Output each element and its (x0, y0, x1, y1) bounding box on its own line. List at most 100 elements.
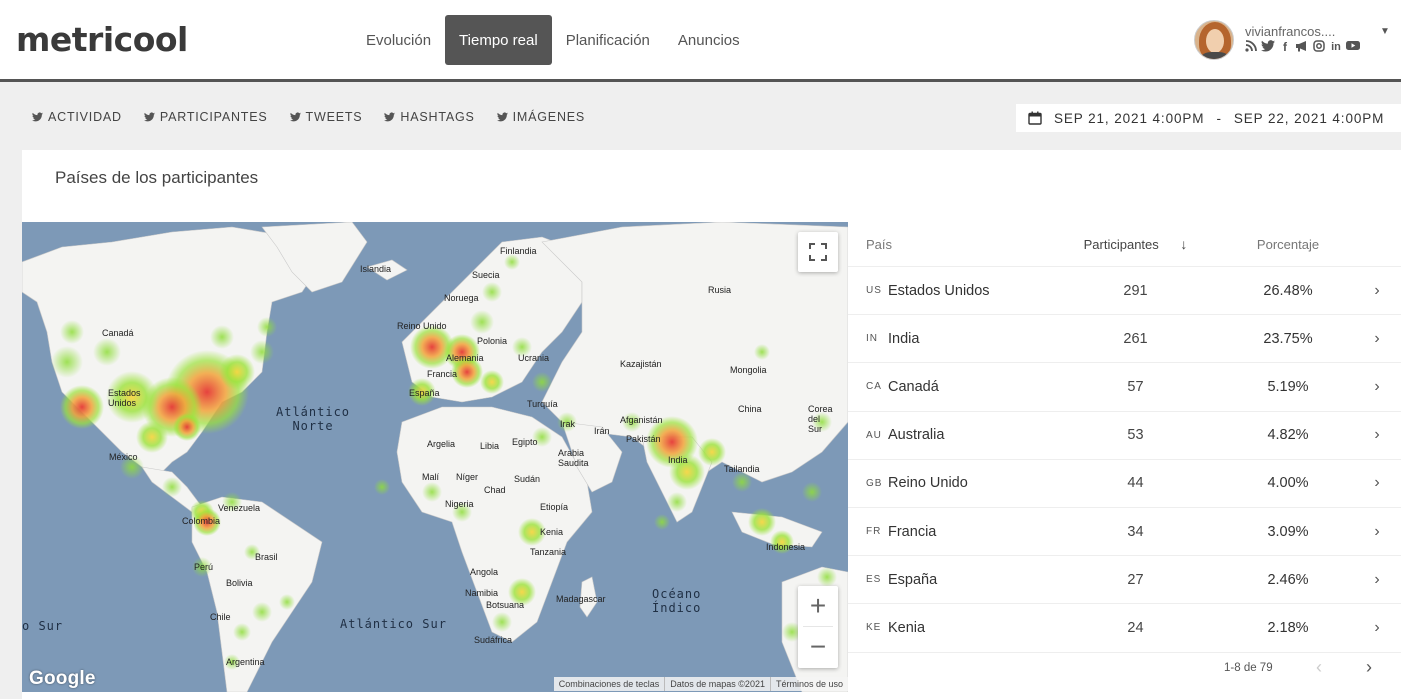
heatmap-world-map[interactable]: Finlandia Islandia Suecia Noruega Rusia … (22, 222, 848, 692)
chevron-right-icon[interactable]: › (1353, 282, 1401, 300)
heat-spot (252, 602, 272, 622)
nav-evolucion[interactable]: Evolución (352, 15, 445, 65)
zoom-in-button[interactable]: + (798, 586, 838, 626)
percentage-value: 2.18% (1267, 619, 1309, 636)
heat-spot (667, 492, 687, 512)
chevron-right-icon[interactable]: › (1353, 330, 1401, 348)
nav-tiempo-real[interactable]: Tiempo real (445, 15, 552, 65)
user-menu[interactable]: vivianfrancos.... ▼ f in (1194, 18, 1394, 64)
chevron-left-icon[interactable]: ‹ (1316, 657, 1322, 678)
country-code: GB (866, 477, 883, 489)
table-row[interactable]: FR Francia 34 3.09% › (848, 508, 1401, 557)
rss-icon (1244, 40, 1258, 54)
twitter-icon (1261, 40, 1275, 54)
country-name: Canadá (888, 378, 939, 395)
metricool-logo[interactable]: metricool (16, 20, 188, 59)
chevron-right-icon[interactable]: › (1353, 426, 1401, 444)
date-separator: - (1216, 110, 1222, 126)
twitter-icon (143, 112, 155, 122)
instagram-icon (1312, 40, 1326, 54)
map-label: Polonia (477, 336, 508, 346)
chevron-right-icon[interactable]: › (1353, 619, 1401, 637)
table-row[interactable]: KE Kenia 24 2.18% › (848, 604, 1401, 653)
country-code: ES (866, 574, 882, 586)
map-attribution: Combinaciones de teclas Datos de mapas ©… (553, 677, 848, 691)
heat-spot (210, 325, 234, 349)
heat-spot (754, 344, 770, 360)
countries-table: País Participantes ↓ Porcentaje US Estado… (848, 222, 1401, 692)
table-row[interactable]: GB Reino Unido 44 4.00% › (848, 460, 1401, 508)
map-label: Botsuana (486, 600, 525, 610)
nav-anuncios[interactable]: Anuncios (664, 15, 754, 65)
chevron-right-icon[interactable]: › (1353, 523, 1401, 541)
chevron-right-icon[interactable]: › (1366, 657, 1372, 678)
heat-spot (817, 567, 837, 587)
fullscreen-icon (809, 243, 827, 261)
table-row[interactable]: US Estados Unidos 291 26.48% › (848, 267, 1401, 316)
sort-down-icon[interactable]: ↓ (1180, 236, 1187, 252)
map-label: Nigeria (445, 499, 474, 509)
map-label: Noruega (444, 293, 479, 303)
ocean-label: o Sur (22, 619, 64, 633)
map-label: Namibia (465, 588, 499, 598)
country-code: IN (866, 333, 878, 345)
ocean-label: Océano Índico (652, 587, 702, 615)
map-label: Libia (480, 441, 500, 451)
table-row[interactable]: CA Canadá 57 5.19% › (848, 363, 1401, 412)
heat-spot (480, 370, 504, 394)
tab-tweets[interactable]: TWEETS (289, 110, 363, 124)
heat-spot (698, 438, 726, 466)
pagination-info: 1-8 de 79 (1224, 662, 1273, 674)
chevron-right-icon[interactable]: › (1353, 378, 1401, 396)
chevron-right-icon[interactable]: › (1353, 474, 1401, 492)
map-label: Corea del Sur (808, 404, 833, 434)
map-label: Sudáfrica (474, 635, 513, 645)
main-nav: Evolución Tiempo real Planificación Anun… (352, 15, 754, 65)
header-percentage[interactable]: Porcentaje (1223, 237, 1353, 252)
heat-spot (233, 623, 251, 641)
country-name: Estados Unidos (888, 282, 990, 299)
keyboard-shortcuts-link[interactable]: Combinaciones de teclas (554, 677, 665, 691)
heat-spot (732, 472, 752, 492)
fullscreen-button[interactable] (798, 232, 838, 272)
table-row[interactable]: IN India 261 23.75% › (848, 315, 1401, 364)
chevron-right-icon[interactable]: › (1353, 571, 1401, 589)
youtube-icon (1346, 40, 1360, 54)
map-label: Rusia (708, 285, 732, 295)
username[interactable]: vivianfrancos.... (1245, 24, 1335, 39)
heat-spot (802, 482, 822, 502)
twitter-icon (289, 112, 301, 122)
ocean-label: Atlántico Sur (340, 617, 447, 631)
map-label: Islandia (360, 264, 392, 274)
avatar[interactable] (1194, 20, 1234, 60)
header-participants[interactable]: Participantes ↓ (1048, 236, 1223, 252)
map-label: Afganistán (620, 415, 663, 425)
caret-down-icon[interactable]: ▼ (1380, 26, 1390, 37)
zoom-out-button[interactable]: − (798, 627, 838, 667)
card-title: Países de los participantes (55, 168, 259, 187)
map-label: España (409, 388, 440, 398)
map-label: México (109, 452, 138, 462)
map-label: Venezuela (218, 503, 261, 513)
date-range-picker[interactable]: SEP 21, 2021 4:00PM - SEP 22, 2021 4:00P… (1016, 104, 1401, 132)
map-label: Irak (560, 419, 576, 429)
map-label: Canadá (102, 328, 134, 338)
nav-planificacion[interactable]: Planificación (552, 15, 664, 65)
tab-participantes[interactable]: PARTICIPANTES (143, 110, 268, 124)
map-label: Mongolia (730, 365, 767, 375)
map-label: Malí (422, 472, 440, 482)
map-label: Chad (484, 485, 506, 495)
table-row[interactable]: ES España 27 2.46% › (848, 556, 1401, 605)
terms-link[interactable]: Términos de uso (769, 677, 848, 691)
country-code: FR (866, 526, 882, 538)
map-label: Etiopía (540, 502, 569, 512)
map-label: Tailandia (724, 464, 760, 474)
tab-hashtags[interactable]: HASHTAGS (384, 110, 474, 124)
megaphone-icon (1295, 40, 1309, 54)
tab-imagenes[interactable]: IMÁGENES (496, 110, 585, 124)
table-row[interactable]: AU Australia 53 4.82% › (848, 412, 1401, 460)
heat-spot (51, 346, 83, 378)
participants-count: 53 (1127, 427, 1144, 444)
header-country[interactable]: País (848, 237, 1048, 252)
tab-actividad[interactable]: ACTIVIDAD (32, 110, 122, 124)
